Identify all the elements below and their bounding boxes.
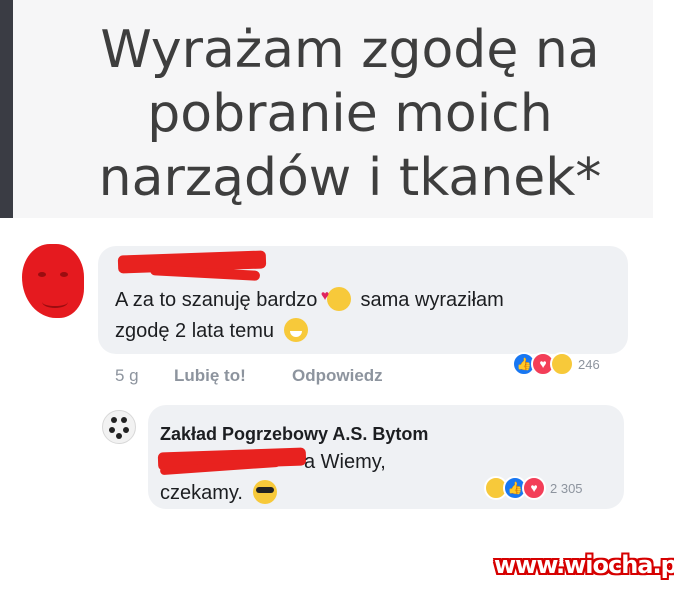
comment-text-line-1: A za to szanuję bardzo sama wyraziłam xyxy=(115,280,504,315)
comment-reactions[interactable]: 👍 ♥ 246 xyxy=(512,352,600,376)
avatar-dot xyxy=(116,433,122,439)
reply-reactions[interactable]: 👍 ♥ 2 305 xyxy=(484,476,583,500)
grinning-face-icon xyxy=(283,318,308,342)
watermark: www.wiocha.pl xyxy=(494,551,674,579)
avatar-dot xyxy=(111,417,117,423)
reply-text-line-2: czekamy. xyxy=(160,478,281,508)
avatar-dot xyxy=(123,427,129,433)
reply-author[interactable]: Zakład Pogrzebowy A.S. Bytom xyxy=(160,419,428,449)
company-avatar[interactable] xyxy=(102,410,136,444)
reaction-count: 246 xyxy=(578,356,600,372)
smiling-face-with-hearts-icon xyxy=(321,280,351,311)
comment-text: zgodę 2 lata temu xyxy=(115,320,274,342)
reply-button[interactable]: Odpowiedz xyxy=(292,366,383,386)
reply-text: czekamy. xyxy=(160,482,243,504)
smiling-face-with-sunglasses-icon xyxy=(252,480,277,504)
headline-line-3: narządów i tkanek* xyxy=(98,148,602,208)
headline-line-2: pobranie moich xyxy=(147,84,553,144)
avatar-eye xyxy=(60,272,68,277)
reply-text-line-1: a Wiemy, xyxy=(304,447,386,477)
headline-line-1: Wyrażam zgodę na xyxy=(100,20,600,80)
avatar-eye xyxy=(38,272,46,277)
comment-text-line-2: zgodę 2 lata temu xyxy=(115,316,312,346)
reply-text: a Wiemy, xyxy=(304,451,386,473)
love-reaction-icon: ♥ xyxy=(522,476,546,500)
like-button[interactable]: Lubię to! xyxy=(174,366,246,386)
reaction-count: 2 305 xyxy=(550,480,583,496)
avatar-mouth xyxy=(42,296,68,308)
haha-reaction-icon xyxy=(550,352,574,376)
dark-side-bar xyxy=(0,0,13,218)
comment-text: sama wyraziłam xyxy=(360,289,504,311)
headline: Wyrażam zgodę na pobranie moich narządów… xyxy=(60,18,640,210)
avatar-dot xyxy=(109,427,115,433)
comment-timestamp[interactable]: 5 g xyxy=(115,366,139,386)
avatar-dot xyxy=(121,417,127,423)
comment-text: A za to szanuję bardzo xyxy=(115,289,318,311)
